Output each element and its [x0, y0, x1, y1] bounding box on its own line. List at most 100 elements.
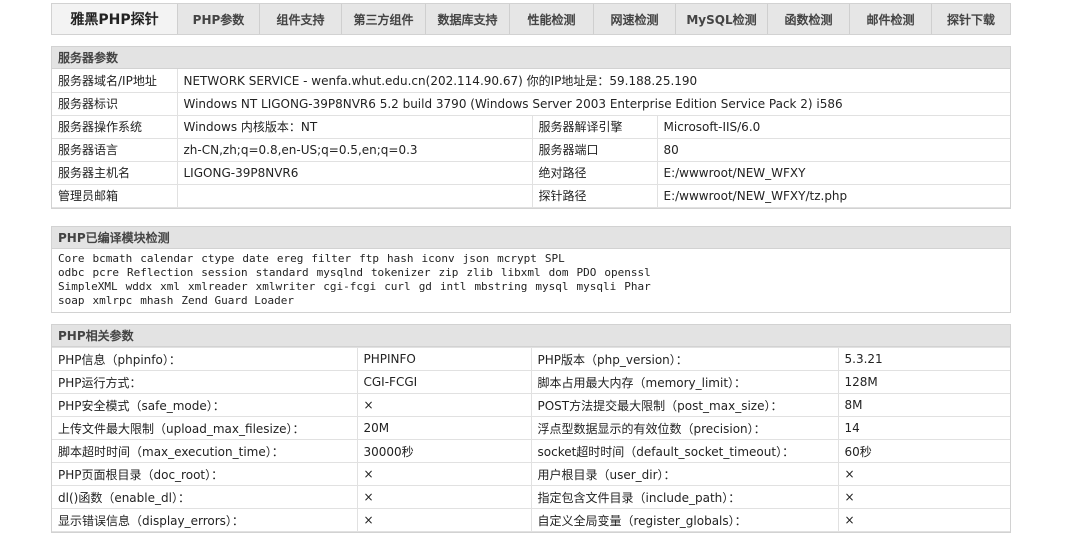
brand-logo[interactable]: 雅黑PHP探针: [52, 4, 178, 34]
server-params-table: 服务器域名/IP地址 NETWORK SERVICE - wenfa.whut.…: [52, 69, 1010, 208]
row-label: 管理员邮箱: [52, 183, 178, 208]
module-line: soap xmlrpc mhash Zend Guard Loader: [58, 294, 1004, 308]
php-params-panel: PHP相关参数 PHP信息（phpinfo）： PHPINFO PHP版本（php_…: [51, 324, 1011, 533]
modules-title: PHP已编译模块检测: [52, 227, 1010, 249]
module-item: ctype: [201, 252, 235, 265]
module-item: PDO: [576, 266, 597, 279]
top-nav: 雅黑PHP探针 PHP参数 组件支持 第三方组件 数据库支持 性能检测 网速检测…: [51, 3, 1011, 35]
nav-components[interactable]: 组件支持: [260, 4, 342, 34]
module-item: ereg: [276, 252, 304, 265]
row-label: 服务器语言: [52, 137, 178, 162]
module-item: mysql: [535, 280, 569, 293]
module-item: wddx: [125, 280, 153, 293]
module-item: filter: [311, 252, 352, 265]
module-item: soap: [58, 294, 85, 307]
module-item: mysqlnd: [316, 266, 363, 279]
table-row: 服务器操作系统 Windows 内核版本：NT 服务器解译引擎 Microsof…: [52, 114, 1010, 139]
module-item: xml: [160, 280, 180, 293]
module-item: mbstring: [474, 280, 528, 293]
module-item: tokenizer: [370, 266, 431, 279]
module-item: intl: [439, 280, 467, 293]
module-item: mhash: [140, 294, 174, 307]
module-item: mysqli: [576, 280, 617, 293]
param-label: 用户根目录（user_dir）：: [530, 462, 839, 486]
param-value: ×: [837, 508, 1010, 532]
table-row: 上传文件最大限制（upload_max_filesize）： 20M 浮点型数据显示…: [52, 416, 1010, 440]
module-item: Core: [58, 252, 85, 265]
row-value: Microsoft-IIS/6.0: [656, 114, 1010, 139]
nav-performance[interactable]: 性能检测: [510, 4, 594, 34]
table-row: dl()函数（enable_dl）： × 指定包含文件目录（include_path…: [52, 485, 1010, 509]
module-item: calendar: [140, 252, 194, 265]
module-item: mcrypt: [497, 252, 537, 265]
table-row: 显示错误信息（display_errors）： × 自定义全局变量（register…: [52, 508, 1010, 532]
param-value: ×: [356, 462, 532, 486]
param-label: PHP运行方式：: [52, 370, 358, 394]
module-item: zip: [438, 266, 459, 279]
module-line: odbc pcre Reflection session standard mysqlnd…: [58, 266, 1004, 280]
param-value[interactable]: PHPINFO: [356, 347, 532, 371]
module-item: date: [242, 252, 269, 265]
param-label: 显示错误信息（display_errors）：: [52, 508, 358, 532]
nav-download[interactable]: 探针下载: [932, 4, 1010, 34]
param-label: PHP安全模式（safe_mode）：: [52, 393, 358, 417]
table-row: 服务器域名/IP地址 NETWORK SERVICE - wenfa.whut.…: [52, 69, 1010, 93]
module-item: xmlreader: [187, 280, 248, 293]
row-label: 探针路径: [531, 183, 658, 208]
module-item: hash: [386, 252, 414, 265]
nav-mail[interactable]: 邮件检测: [850, 4, 932, 34]
server-params-panel: 服务器参数 服务器域名/IP地址 NETWORK SERVICE - wenfa…: [51, 46, 1011, 209]
nav-network-speed[interactable]: 网速检测: [594, 4, 676, 34]
nav-functions[interactable]: 函数检测: [768, 4, 850, 34]
param-label: PHP版本（php_version）：: [530, 347, 839, 371]
table-row: 管理员邮箱 探针路径 E:/wwwroot/NEW_WFXY/tz.php: [52, 183, 1010, 208]
module-item: json: [462, 252, 490, 265]
table-row: PHP页面根目录（doc_root）： × 用户根目录（user_dir）： ×: [52, 462, 1010, 486]
module-item: ftp: [359, 252, 379, 265]
nav-database[interactable]: 数据库支持: [426, 4, 510, 34]
module-item: dom: [548, 266, 569, 279]
param-label: PHP页面根目录（doc_root）：: [52, 462, 358, 486]
param-value: 30000秒: [356, 439, 532, 463]
module-item: zlib: [466, 266, 493, 279]
row-value: Windows NT LIGONG-39P8NVR6 5.2 build 379…: [176, 91, 1010, 116]
param-label: socket超时时间（default_socket_timeout）：: [530, 439, 839, 463]
row-label: 服务器域名/IP地址: [52, 69, 178, 93]
table-row: 服务器主机名 LIGONG-39P8NVR6 绝对路径 E:/wwwroot/N…: [52, 160, 1010, 185]
row-value: 80: [656, 137, 1010, 162]
module-item: SPL: [544, 252, 565, 265]
nav-mysql-test[interactable]: MySQL检测: [676, 4, 768, 34]
module-item: Zend Guard Loader: [181, 294, 294, 307]
module-item: Reflection: [127, 266, 194, 279]
param-label: 脚本超时时间（max_execution_time）：: [52, 439, 358, 463]
module-item: pcre: [92, 266, 120, 279]
module-item: xmlrpc: [92, 294, 133, 307]
module-item: odbc: [58, 266, 85, 279]
row-label: 服务器解译引擎: [531, 114, 658, 139]
param-label: POST方法提交最大限制（post_max_size）：: [530, 393, 839, 417]
module-item: cgi-fcgi: [323, 280, 377, 293]
param-label: 自定义全局变量（register_globals）：: [530, 508, 839, 532]
param-value: CGI-FCGI: [356, 370, 532, 394]
table-row: PHP运行方式： CGI-FCGI 脚本占用最大内存（memory_limit）： 1…: [52, 370, 1010, 394]
nav-php-params[interactable]: PHP参数: [178, 4, 260, 34]
row-label: 服务器端口: [531, 137, 658, 162]
module-item: Phar: [624, 280, 651, 293]
nav-third-party[interactable]: 第三方组件: [342, 4, 426, 34]
param-value: 14: [837, 416, 1010, 440]
module-item: standard: [255, 266, 309, 279]
param-value: ×: [356, 485, 532, 509]
row-value: E:/wwwroot/NEW_WFXY/tz.php: [656, 183, 1010, 208]
param-value: 128M: [837, 370, 1010, 394]
param-value: ×: [356, 508, 532, 532]
php-params-title: PHP相关参数: [52, 325, 1010, 347]
row-value: Windows 内核版本：NT: [176, 114, 533, 139]
row-label: 服务器操作系统: [52, 114, 178, 139]
row-value: NETWORK SERVICE - wenfa.whut.edu.cn(202.…: [176, 69, 1010, 93]
param-value: 20M: [356, 416, 532, 440]
table-row: 服务器语言 zh-CN,zh;q=0.8,en-US;q=0.5,en;q=0.…: [52, 137, 1010, 162]
param-label: 上传文件最大限制（upload_max_filesize）：: [52, 416, 358, 440]
table-row: PHP安全模式（safe_mode）： × POST方法提交最大限制（post_ma…: [52, 393, 1010, 417]
module-item: libxml: [500, 266, 541, 279]
param-value: ×: [837, 485, 1010, 509]
